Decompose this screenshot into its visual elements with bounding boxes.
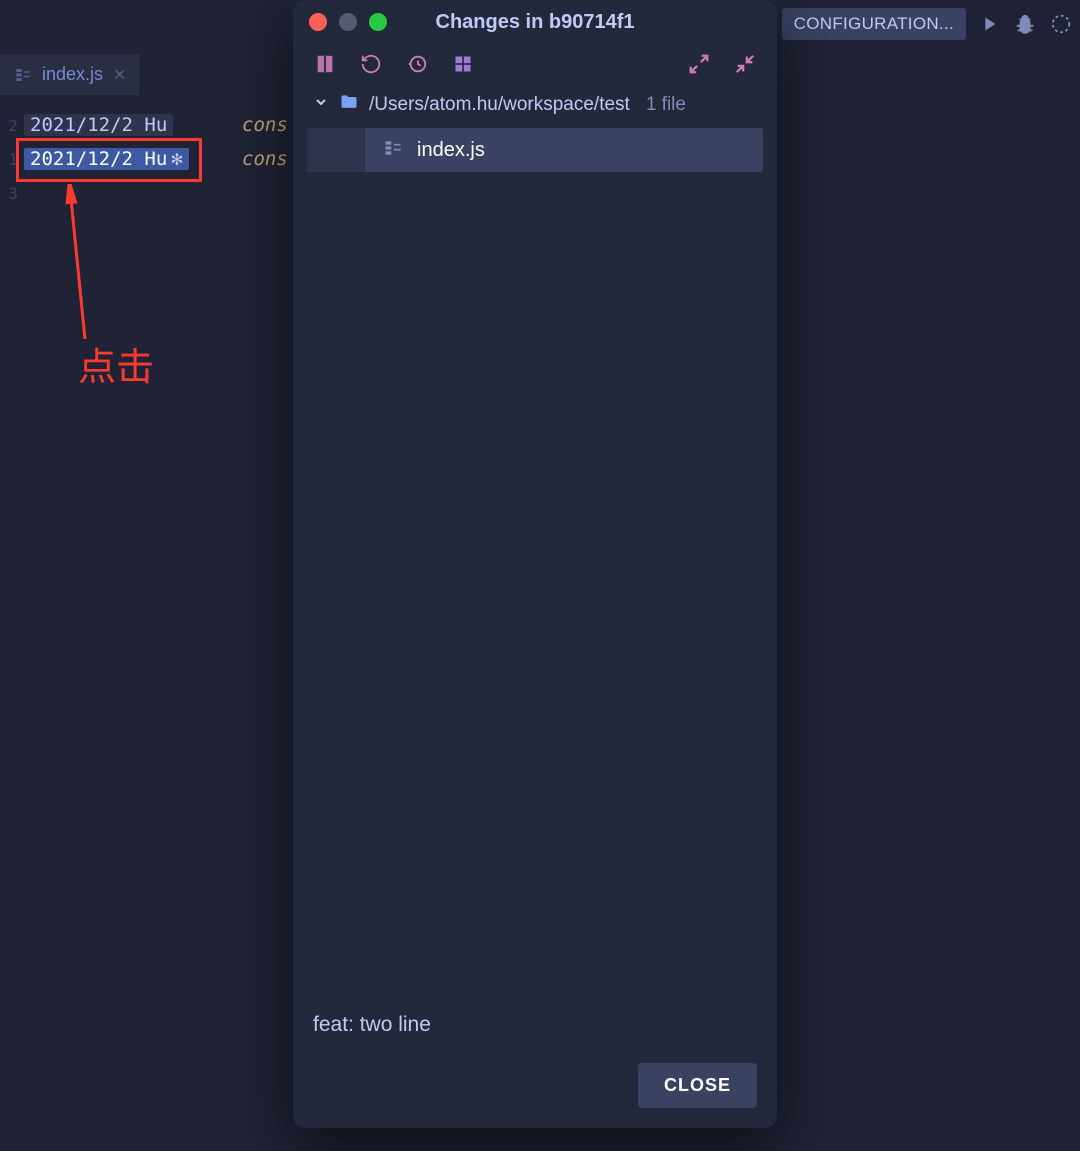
expand-icon[interactable] — [687, 52, 711, 76]
blame-gutter: 2 2021/12/2 Hu 1 2021/12/2 Hu✻ 3 — [0, 108, 236, 1151]
selection-indent — [307, 128, 365, 172]
dialog-titlebar: Changes in b90714f1 — [293, 0, 777, 44]
folder-icon — [339, 92, 359, 118]
tab-label: index.js — [42, 64, 103, 85]
file-row[interactable]: index.js — [307, 128, 763, 172]
close-tab-icon[interactable]: ✕ — [113, 65, 126, 85]
bug-icon[interactable] — [1012, 11, 1038, 37]
play-icon[interactable] — [976, 11, 1002, 37]
line-number: 2 — [0, 116, 18, 135]
close-button[interactable]: CLOSE — [638, 1063, 757, 1108]
tab-index-js[interactable]: index.js ✕ — [0, 54, 141, 95]
blame-annotation[interactable]: 2021/12/2 Hu — [24, 114, 173, 136]
top-toolbar: CONFIGURATION... — [782, 8, 1080, 40]
history-icon[interactable] — [405, 52, 429, 76]
dialog-footer: CLOSE — [293, 1049, 777, 1128]
dialog-body — [293, 172, 777, 1001]
modified-marker-icon: ✻ — [171, 148, 182, 170]
dialog-title: Changes in b90714f1 — [293, 11, 777, 34]
dialog-toolbar — [293, 44, 777, 86]
diff-preview-icon[interactable] — [313, 52, 337, 76]
chevron-down-icon[interactable] — [313, 94, 329, 116]
diff-file-icon — [383, 138, 403, 163]
line-number: 1 — [0, 150, 18, 169]
gutter-row[interactable]: 1 2021/12/2 Hu✻ — [0, 142, 236, 176]
gutter-row: 3 — [0, 176, 236, 210]
blame-annotation-selected[interactable]: 2021/12/2 Hu✻ — [24, 148, 189, 170]
path-text: /Users/atom.hu/workspace/test — [369, 94, 630, 116]
line-number: 3 — [0, 184, 18, 203]
changes-dialog: Changes in b90714f1 /Users/atom.hu/works… — [293, 0, 777, 1128]
dialog-path-row[interactable]: /Users/atom.hu/workspace/test 1 file — [293, 86, 777, 128]
file-count: 1 file — [646, 94, 686, 116]
stop-icon[interactable] — [1048, 11, 1074, 37]
file-name: index.js — [417, 139, 485, 162]
editor-tabs: index.js ✕ — [0, 54, 141, 95]
group-by-icon[interactable] — [451, 52, 475, 76]
run-configuration-chip[interactable]: CONFIGURATION... — [782, 8, 966, 40]
gutter-row[interactable]: 2 2021/12/2 Hu — [0, 108, 236, 142]
commit-message: feat: two line — [293, 1001, 777, 1049]
collapse-icon[interactable] — [733, 52, 757, 76]
revert-icon[interactable] — [359, 52, 383, 76]
diff-icon — [14, 66, 32, 84]
file-list: index.js — [293, 128, 777, 172]
